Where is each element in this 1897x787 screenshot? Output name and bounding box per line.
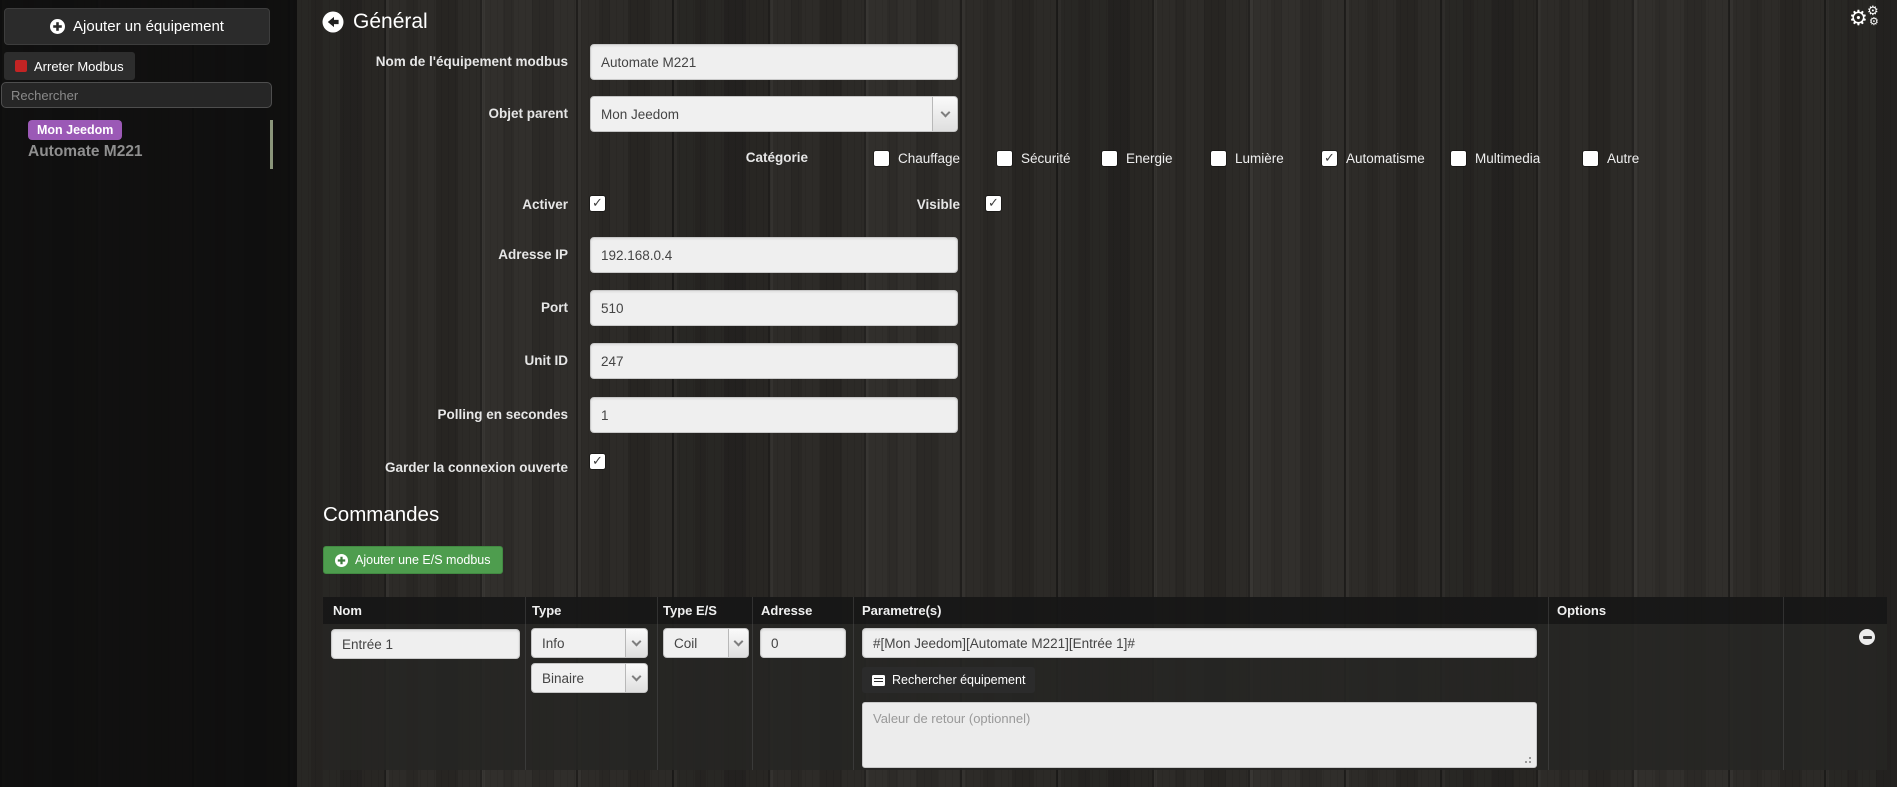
commands-table: Nom Type Type E/S Adresse Parametre(s) O… bbox=[323, 597, 1887, 770]
sidebar-item-equipment[interactable]: Automate M221 bbox=[28, 143, 143, 161]
checkbox-activer[interactable] bbox=[590, 195, 605, 211]
polling-label: Polling en secondes bbox=[437, 407, 568, 422]
page-title-row: Général bbox=[322, 10, 428, 34]
plus-circle-icon bbox=[335, 553, 348, 567]
category-multimedia: Multimedia bbox=[1451, 151, 1540, 166]
unit-id-label: Unit ID bbox=[524, 353, 569, 368]
checkbox-autre[interactable] bbox=[1583, 151, 1598, 166]
category-automatisme: Automatisme bbox=[1322, 150, 1425, 166]
checkbox-chauffage[interactable] bbox=[874, 151, 889, 166]
stop-modbus-button[interactable]: Arreter Modbus bbox=[4, 52, 135, 80]
cmd-name-input[interactable] bbox=[331, 629, 520, 659]
checkbox-securite[interactable] bbox=[997, 151, 1012, 166]
chevron-down-icon bbox=[625, 664, 647, 692]
name-label: Nom de l'équipement modbus bbox=[375, 54, 568, 69]
chevron-down-icon bbox=[728, 629, 748, 657]
category-autre: Autre bbox=[1583, 151, 1639, 166]
sidebar: Ajouter un équipement Arreter Modbus Mon… bbox=[0, 0, 297, 787]
table-list-icon bbox=[872, 674, 885, 686]
activer-label: Activer bbox=[522, 197, 568, 212]
commands-title: Commandes bbox=[323, 503, 440, 526]
cmd-subtype-select[interactable]: Binaire bbox=[531, 663, 648, 693]
column-separator bbox=[1783, 597, 1784, 770]
add-equipment-label: Ajouter un équipement bbox=[73, 18, 224, 35]
cmd-type-es-value: Coil bbox=[674, 635, 698, 651]
search-equipment-button[interactable]: Rechercher équipement bbox=[862, 667, 1036, 693]
column-separator bbox=[853, 597, 854, 770]
chevron-down-icon bbox=[625, 629, 647, 657]
category-chauffage: Chauffage bbox=[874, 151, 960, 166]
category-securite: Sécurité bbox=[997, 151, 1071, 166]
category-label: Catégorie bbox=[745, 150, 808, 165]
parent-label: Objet parent bbox=[488, 106, 568, 121]
cmd-parametre-input[interactable] bbox=[862, 628, 1537, 658]
cmd-type-select[interactable]: Info bbox=[531, 628, 648, 658]
col-header-parametre: Parametre(s) bbox=[862, 603, 942, 618]
parent-select-value: Mon Jeedom bbox=[601, 106, 680, 122]
page-title: Général bbox=[353, 10, 428, 33]
visible-label: Visible bbox=[916, 197, 960, 212]
ip-label: Adresse IP bbox=[498, 247, 568, 262]
cmd-adresse-input[interactable] bbox=[760, 628, 846, 658]
cmd-type-es-select[interactable]: Coil bbox=[663, 628, 749, 658]
stop-square-icon bbox=[15, 60, 27, 72]
port-input[interactable] bbox=[590, 290, 958, 326]
object-badge[interactable]: Mon Jeedom bbox=[28, 120, 123, 140]
checkbox-keep-open[interactable] bbox=[590, 453, 605, 469]
polling-input[interactable] bbox=[590, 397, 958, 433]
remove-row-icon[interactable] bbox=[1859, 629, 1875, 645]
category-energie: Energie bbox=[1102, 151, 1173, 166]
checkbox-energie[interactable] bbox=[1102, 151, 1117, 166]
add-io-label: Ajouter une E/S modbus bbox=[355, 553, 491, 567]
return-value-textarea[interactable] bbox=[862, 702, 1537, 768]
add-equipment-button[interactable]: Ajouter un équipement bbox=[4, 8, 270, 45]
col-header-type-es: Type E/S bbox=[663, 603, 717, 618]
settings-cogs-icon[interactable]: ⚙ ⚙ ⚙ bbox=[1849, 4, 1891, 38]
category-automatisme-label: Automatisme bbox=[1346, 151, 1425, 166]
category-chauffage-label: Chauffage bbox=[898, 151, 961, 166]
chevron-down-icon bbox=[932, 97, 957, 131]
unit-id-input[interactable] bbox=[590, 343, 958, 379]
checkbox-multimedia[interactable] bbox=[1451, 151, 1466, 166]
column-separator bbox=[525, 597, 526, 770]
col-header-type: Type bbox=[532, 603, 562, 618]
col-header-adresse: Adresse bbox=[761, 603, 813, 618]
col-header-nom: Nom bbox=[333, 603, 362, 618]
parent-select[interactable]: Mon Jeedom bbox=[590, 96, 958, 132]
category-energie-label: Energie bbox=[1126, 151, 1173, 166]
category-lumiere: Lumière bbox=[1211, 151, 1284, 166]
checkbox-automatisme[interactable] bbox=[1322, 150, 1337, 166]
checkbox-visible[interactable] bbox=[986, 195, 1001, 211]
stop-modbus-label: Arreter Modbus bbox=[34, 58, 124, 74]
column-separator bbox=[1548, 597, 1549, 770]
textarea-resize-handle[interactable] bbox=[1529, 761, 1531, 763]
plus-circle-icon bbox=[50, 19, 66, 34]
add-io-button[interactable]: Ajouter une E/S modbus bbox=[323, 546, 503, 574]
cmd-subtype-value: Binaire bbox=[542, 670, 585, 686]
back-icon[interactable] bbox=[322, 11, 344, 33]
ip-input[interactable] bbox=[590, 237, 958, 273]
tree-accent-line bbox=[270, 120, 273, 169]
search-equipment-label: Rechercher équipement bbox=[892, 673, 1026, 687]
col-header-options: Options bbox=[1557, 603, 1607, 618]
category-autre-label: Autre bbox=[1607, 151, 1640, 166]
keep-open-label: Garder la connexion ouverte bbox=[384, 460, 568, 475]
category-lumiere-label: Lumière bbox=[1235, 151, 1284, 166]
checkbox-lumiere[interactable] bbox=[1211, 151, 1226, 166]
category-securite-label: Sécurité bbox=[1021, 151, 1071, 166]
category-multimedia-label: Multimedia bbox=[1475, 151, 1541, 166]
port-label: Port bbox=[541, 300, 568, 315]
column-separator bbox=[752, 597, 753, 770]
cmd-type-value: Info bbox=[542, 635, 565, 651]
sidebar-search-input[interactable] bbox=[1, 82, 272, 108]
column-separator bbox=[657, 597, 658, 770]
name-input[interactable] bbox=[590, 44, 958, 80]
